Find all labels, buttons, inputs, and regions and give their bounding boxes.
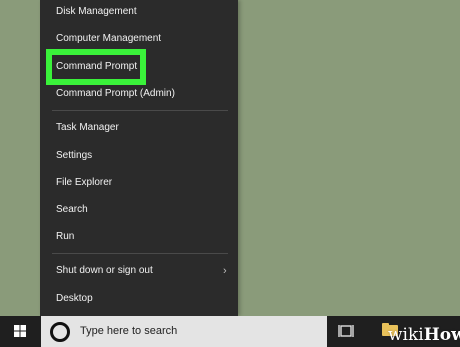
menu-item-label: Run bbox=[56, 231, 75, 242]
menu-item-file-explorer[interactable]: File Explorer bbox=[40, 171, 238, 195]
menu-item-label: File Explorer bbox=[56, 177, 113, 188]
menu-item-settings[interactable]: Settings bbox=[40, 144, 238, 168]
task-view-icon bbox=[338, 325, 354, 337]
power-user-menu: Disk Management Computer Management Comm… bbox=[40, 0, 238, 316]
menu-item-label: Computer Management bbox=[56, 33, 162, 44]
task-view-button[interactable] bbox=[333, 316, 361, 347]
menu-item-label: Search bbox=[56, 204, 88, 215]
menu-item-search[interactable]: Search bbox=[40, 198, 238, 222]
menu-item-task-manager[interactable]: Task Manager bbox=[40, 116, 238, 140]
cortana-circle-icon bbox=[50, 322, 70, 342]
menu-item-desktop[interactable]: Desktop bbox=[40, 287, 238, 311]
wikihow-watermark: wikiHow bbox=[388, 325, 460, 345]
search-placeholder: Type here to search bbox=[80, 325, 178, 337]
watermark-wiki: wiki bbox=[388, 325, 424, 345]
menu-item-command-prompt[interactable]: Command Prompt bbox=[40, 55, 238, 79]
start-button[interactable] bbox=[0, 316, 40, 347]
menu-item-label: Shut down or sign out bbox=[56, 265, 153, 276]
menu-item-shut-down[interactable]: Shut down or sign out › bbox=[40, 259, 238, 283]
menu-item-label: Command Prompt (Admin) bbox=[56, 88, 175, 99]
menu-item-disk-management[interactable]: Disk Management bbox=[40, 0, 238, 24]
menu-item-label: Command Prompt bbox=[56, 61, 138, 72]
taskbar-search-box[interactable]: Type here to search bbox=[41, 316, 327, 347]
menu-item-label: Settings bbox=[56, 150, 93, 161]
menu-divider bbox=[52, 253, 228, 254]
menu-item-command-prompt-admin[interactable]: Command Prompt (Admin) bbox=[40, 82, 238, 106]
menu-item-label: Desktop bbox=[56, 293, 93, 304]
menu-item-run[interactable]: Run bbox=[40, 225, 238, 249]
windows-start-icon bbox=[14, 325, 26, 337]
menu-item-label: Disk Management bbox=[56, 6, 137, 17]
chevron-right-icon: › bbox=[223, 265, 227, 277]
menu-item-computer-management[interactable]: Computer Management bbox=[40, 27, 238, 51]
menu-divider bbox=[52, 110, 228, 111]
menu-item-label: Task Manager bbox=[56, 122, 119, 133]
watermark-how: How bbox=[423, 325, 460, 345]
